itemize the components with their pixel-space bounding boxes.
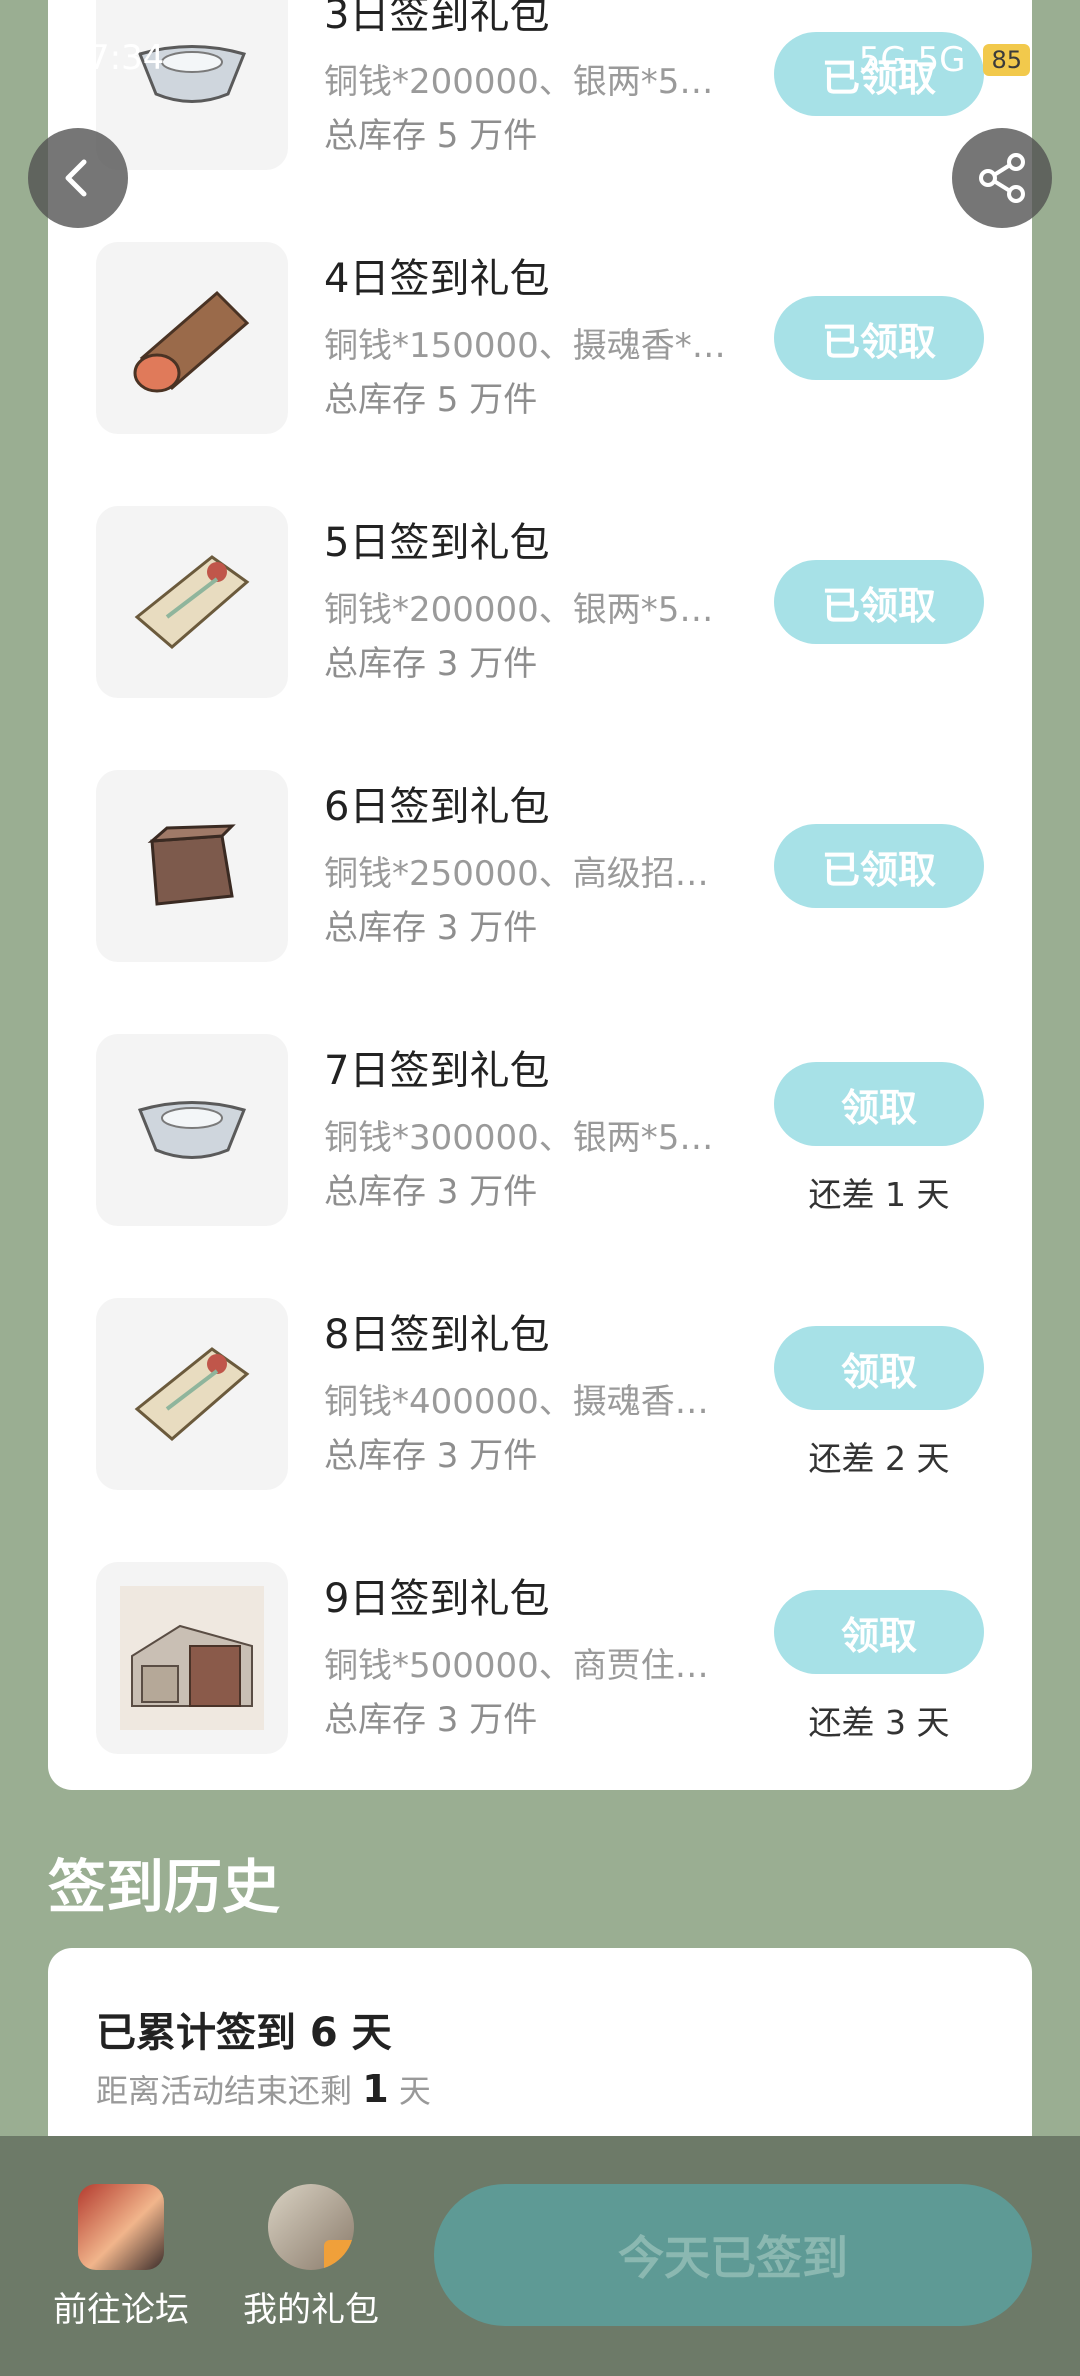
share-button[interactable] bbox=[952, 128, 1052, 228]
scroll-icon bbox=[134, 555, 250, 649]
pack-thumbnail bbox=[96, 506, 288, 698]
status-time: 7:34 bbox=[88, 38, 165, 78]
claim-button[interactable]: 领取 bbox=[774, 1326, 984, 1410]
checked-in-button[interactable]: 今天已签到 bbox=[434, 2184, 1032, 2326]
silver-ingot-icon bbox=[137, 1101, 247, 1159]
pack-title: 7日签到礼包 bbox=[324, 1048, 550, 1094]
gift-pack-row: 7日签到礼包 铜钱*300000、银两*5… 总库存 3 万件 领取 还差 1 … bbox=[48, 1034, 1032, 1228]
history-section-title: 签到历史 bbox=[48, 1853, 281, 1921]
pack-description: 铜钱*300000、银两*5… bbox=[324, 1118, 714, 1158]
pack-title: 4日签到礼包 bbox=[324, 256, 550, 302]
pack-stock: 总库存 3 万件 bbox=[324, 1436, 538, 1476]
gift-pack-row: 5日签到礼包 铜钱*200000、银两*5… 总库存 3 万件 已领取 bbox=[48, 506, 1032, 700]
pack-stock: 总库存 3 万件 bbox=[324, 644, 538, 684]
claim-button[interactable]: 领取 bbox=[774, 1590, 984, 1674]
pack-title: 5日签到礼包 bbox=[324, 520, 550, 566]
status-bar: 7:34 5G 5G 85 bbox=[0, 0, 1080, 120]
pack-stock: 总库存 3 万件 bbox=[324, 1172, 538, 1212]
gift-pack-row: 9日签到礼包 铜钱*500000、商贾住… 总库存 3 万件 领取 还差 3 天 bbox=[48, 1562, 1032, 1756]
pack-description: 铜钱*500000、商贾住… bbox=[324, 1646, 709, 1686]
pack-description: 铜钱*400000、摄魂香… bbox=[324, 1382, 709, 1422]
remaining-days-text: 距离活动结束还剩 1 天 bbox=[96, 2066, 431, 2112]
claim-button[interactable]: 领取 bbox=[774, 1062, 984, 1146]
claimed-button[interactable]: 已领取 bbox=[774, 824, 984, 908]
gift-label: 我的礼包 bbox=[243, 2290, 379, 2330]
share-icon bbox=[979, 153, 1025, 203]
total-checkin-label: 已累计签到 6 天 bbox=[96, 2010, 392, 2056]
wood-log-icon bbox=[133, 290, 250, 393]
stone-block-icon bbox=[147, 824, 236, 906]
pack-stock: 总库存 5 万件 bbox=[324, 380, 538, 420]
back-button[interactable] bbox=[28, 128, 128, 228]
remaining-suffix: 天 bbox=[398, 2072, 431, 2110]
pack-description: 铜钱*200000、银两*5… bbox=[324, 590, 714, 630]
remaining-number: 1 bbox=[362, 2067, 389, 2111]
pack-thumbnail bbox=[96, 242, 288, 434]
gift-pack-row: 4日签到礼包 铜钱*150000、摄魂香*… 总库存 5 万件 已领取 bbox=[48, 242, 1032, 436]
building-icon bbox=[120, 1586, 264, 1730]
pack-thumbnail bbox=[96, 1562, 288, 1754]
pack-thumbnail bbox=[96, 770, 288, 962]
pack-stock: 总库存 3 万件 bbox=[324, 908, 538, 948]
claimed-button[interactable]: 已领取 bbox=[774, 560, 984, 644]
pack-title: 9日签到礼包 bbox=[324, 1576, 550, 1622]
pack-title: 8日签到礼包 bbox=[324, 1312, 550, 1358]
pack-thumbnail bbox=[96, 1034, 288, 1226]
days-remaining-label: 还差 2 天 bbox=[808, 1439, 950, 1478]
days-remaining-label: 还差 3 天 bbox=[808, 1703, 950, 1742]
forum-link[interactable]: 前往论坛 bbox=[36, 2184, 206, 2331]
gift-box-icon bbox=[324, 2240, 354, 2270]
network-indicator: 5G 5G bbox=[858, 40, 966, 80]
bottom-action-bar: 前往论坛 我的礼包 今天已签到 bbox=[0, 2136, 1080, 2376]
days-remaining-label: 还差 1 天 bbox=[808, 1175, 950, 1214]
pack-description: 铜钱*250000、高级招… bbox=[324, 854, 709, 894]
gift-avatar-icon bbox=[268, 2184, 354, 2270]
pack-description: 铜钱*150000、摄魂香*… bbox=[324, 326, 726, 366]
gift-pack-row: 8日签到礼包 铜钱*400000、摄魂香… 总库存 3 万件 领取 还差 2 天 bbox=[48, 1298, 1032, 1492]
pack-thumbnail bbox=[96, 1298, 288, 1490]
claimed-button[interactable]: 已领取 bbox=[774, 296, 984, 380]
pack-title: 6日签到礼包 bbox=[324, 784, 550, 830]
chevron-left-icon bbox=[65, 159, 87, 197]
gift-pack-row: 6日签到礼包 铜钱*250000、高级招… 总库存 3 万件 已领取 bbox=[48, 770, 1032, 964]
battery-level: 85 bbox=[983, 44, 1030, 76]
forum-label: 前往论坛 bbox=[53, 2290, 189, 2330]
my-gifts-link[interactable]: 我的礼包 bbox=[226, 2184, 396, 2331]
scroll-icon bbox=[134, 1347, 250, 1441]
forum-avatar-icon bbox=[78, 2184, 164, 2270]
remaining-prefix: 距离活动结束还剩 bbox=[96, 2072, 353, 2110]
pack-stock: 总库存 3 万件 bbox=[324, 1700, 538, 1740]
gift-pack-list: 3日签到礼包 铜钱*200000、银两*5… 总库存 5 万件 已领取 4日签到… bbox=[48, 0, 1032, 1790]
